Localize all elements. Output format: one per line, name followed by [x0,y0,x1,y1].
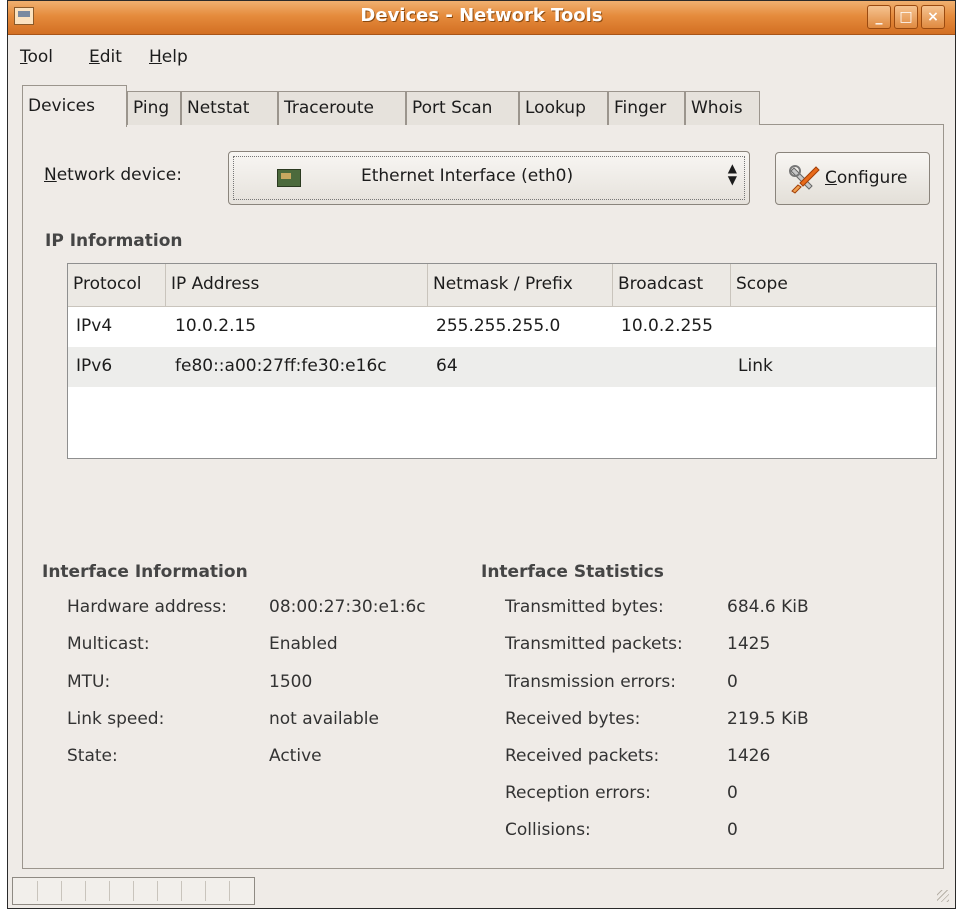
network-card-icon [277,169,301,187]
cell-scope: Link [738,356,773,376]
updown-arrows-icon: ▲ ▼ [727,161,737,187]
cell-ip-address: 10.0.2.15 [175,316,257,336]
collisions-value: 0 [727,820,738,840]
menu-help[interactable]: Help [149,47,188,67]
cell-protocol: IPv4 [76,316,113,336]
tab-devices[interactable]: Devices [22,85,127,127]
received-bytes-value: 219.5 KiB [727,709,809,729]
progress-segment [37,881,38,901]
tab-ping[interactable]: Ping [127,91,181,125]
minimize-button[interactable]: _ [867,5,891,29]
hardware-address-label: Hardware address: [67,597,227,617]
network-device-label: Network device: [44,165,182,185]
network-device-selected: Ethernet Interface (eth0) [361,166,574,186]
network-device-select[interactable]: Ethernet Interface (eth0) ▲ ▼ [228,151,750,205]
tab-netstat[interactable]: Netstat [181,91,278,125]
tab-finger[interactable]: Finger [608,91,685,125]
progress-segment [157,881,158,901]
progress-segment [133,881,134,901]
menu-tool-label: ool [27,47,54,67]
ip-information-table: Protocol IP Address Netmask / Prefix Bro… [67,263,937,459]
tab-traceroute[interactable]: Traceroute [278,91,406,125]
tab-whois[interactable]: Whois [685,91,760,125]
cell-broadcast: 10.0.2.255 [621,316,713,336]
received-packets-value: 1426 [727,746,771,766]
hardware-address-value: 08:00:27:30:e1:6c [269,597,426,617]
close-button[interactable]: × [921,5,945,29]
state-value: Active [269,746,322,766]
column-netmask[interactable]: Netmask / Prefix [428,264,613,306]
transmission-errors-label: Transmission errors: [505,672,676,692]
progress-segment [181,881,182,901]
ip-information-title: IP Information [45,231,183,251]
transmitted-bytes-label: Transmitted bytes: [505,597,664,617]
column-protocol[interactable]: Protocol [68,264,166,306]
resize-grip-icon[interactable] [937,890,949,902]
interface-statistics-title: Interface Statistics [481,562,664,582]
multicast-value: Enabled [269,634,338,654]
reception-errors-label: Reception errors: [505,783,651,803]
link-speed-value: not available [269,709,379,729]
configure-button[interactable]: Configure [775,152,930,205]
progress-segment [109,881,110,901]
column-scope[interactable]: Scope [731,264,936,306]
menu-help-mnemonic: H [149,47,162,67]
multicast-label: Multicast: [67,634,150,654]
cell-protocol: IPv6 [76,356,113,376]
table-row[interactable]: IPv4 10.0.2.15 255.255.255.0 10.0.2.255 [68,307,936,347]
progress-segment [205,881,206,901]
configure-mnemonic: C [825,168,837,188]
received-packets-label: Received packets: [505,746,660,766]
window-title: Devices - Network Tools [360,5,603,26]
progress-segment [229,881,230,901]
menu-tool[interactable]: Tool [20,47,53,67]
received-bytes-label: Received bytes: [505,709,641,729]
table-row[interactable]: IPv6 fe80::a00:27ff:fe30:e16c 64 Link [68,347,936,387]
menu-edit[interactable]: Edit [89,47,122,67]
progress-segment [61,881,62,901]
network-device-mnemonic: N [44,165,57,185]
menu-tool-mnemonic: T [20,47,28,67]
tab-port-scan[interactable]: Port Scan [406,91,519,125]
mtu-value: 1500 [269,672,313,692]
menu-help-label: elp [161,47,188,67]
network-tools-window: Devices - Network Tools _ □ × Tool Edit … [7,0,956,909]
column-broadcast[interactable]: Broadcast [613,264,731,306]
configure-label: Configure [825,168,907,188]
table-row-empty [68,387,936,427]
title-bar[interactable]: Devices - Network Tools _ □ × [8,1,955,35]
menu-edit-label: dit [99,47,122,67]
configure-label-text: onfigure [836,168,908,188]
column-ip-address[interactable]: IP Address [166,264,428,306]
transmission-errors-value: 0 [727,672,738,692]
menu-edit-mnemonic: E [89,47,100,67]
transmitted-packets-value: 1425 [727,634,771,654]
transmitted-bytes-value: 684.6 KiB [727,597,809,617]
table-header: Protocol IP Address Netmask / Prefix Bro… [68,264,936,307]
cell-ip-address: fe80::a00:27ff:fe30:e16c [175,356,387,376]
collisions-label: Collisions: [505,820,591,840]
mtu-label: MTU: [67,672,111,692]
tab-lookup[interactable]: Lookup [519,91,608,125]
interface-information-title: Interface Information [42,562,248,582]
tools-icon [789,165,820,194]
status-progress [12,877,255,905]
menu-bar: Tool Edit Help [8,35,955,77]
link-speed-label: Link speed: [67,709,165,729]
cell-netmask: 255.255.255.0 [436,316,561,336]
reception-errors-value: 0 [727,783,738,803]
progress-segment [85,881,86,901]
transmitted-packets-label: Transmitted packets: [505,634,683,654]
cell-netmask: 64 [436,356,458,376]
state-label: State: [67,746,118,766]
network-device-label-text: etwork device: [56,165,182,185]
maximize-button[interactable]: □ [894,5,918,29]
